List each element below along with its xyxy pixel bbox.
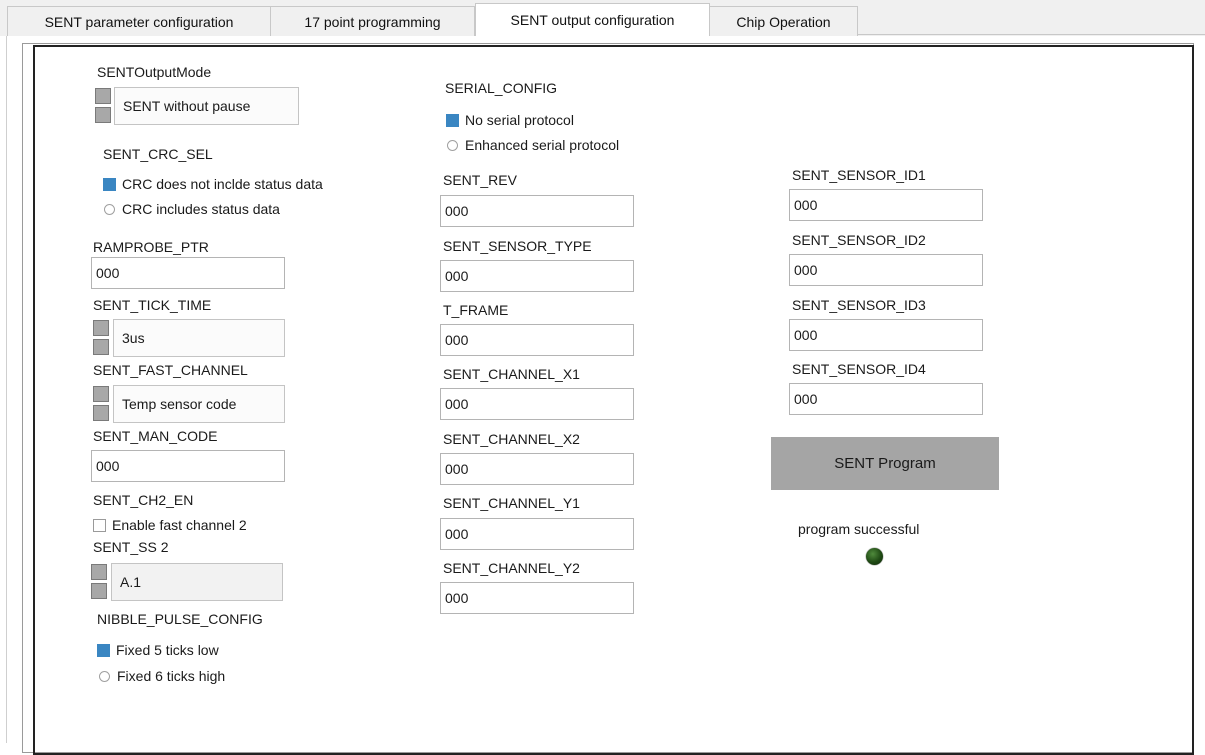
serial-option-enhanced-label: Enhanced serial protocol [465, 137, 620, 153]
tab-sent-output-configuration[interactable]: SENT output configuration [475, 3, 710, 36]
sent-rev-label: SENT_REV [443, 172, 517, 188]
fast-channel-select[interactable]: Temp sensor code [113, 385, 285, 423]
nibble-option-6-ticks-label: Fixed 6 ticks high [117, 668, 226, 684]
sent-tick-time-label: SENT_TICK_TIME [93, 297, 212, 313]
sent-sensor-id2-label: SENT_SENSOR_ID2 [792, 232, 926, 248]
radio-selected-icon [97, 643, 110, 657]
sent-man-code-label: SENT_MAN_CODE [93, 428, 218, 444]
tab-sent-parameter-configuration[interactable]: SENT parameter configuration [7, 6, 271, 36]
serial-option-none-label: No serial protocol [465, 112, 574, 128]
sent-channel-x1-label: SENT_CHANNEL_X1 [443, 366, 580, 382]
enable-fast-channel-2-label: Enable fast channel 2 [112, 517, 247, 533]
radio-unselected-icon [99, 670, 110, 682]
nibble-pulse-config-label: NIBBLE_PULSE_CONFIG [97, 611, 263, 627]
output-mode-select[interactable]: SENT without pause [114, 87, 299, 125]
serial-config-label: SERIAL_CONFIG [445, 80, 558, 96]
sent-channel-x2-label: SENT_CHANNEL_X2 [443, 431, 580, 447]
crc-option-excludes-status[interactable]: CRC does not inclde status data [103, 176, 323, 192]
sent-ss2-label: SENT_SS 2 [93, 539, 169, 555]
crc-option-includes-status-label: CRC includes status data [122, 201, 280, 217]
nibble-option-5-ticks-label: Fixed 5 ticks low [116, 642, 219, 658]
stepper-down-icon[interactable] [93, 339, 109, 355]
sent-sensor-type-label: SENT_SENSOR_TYPE [443, 238, 592, 254]
ramprobe-ptr-label: RAMPROBE_PTR [93, 239, 209, 255]
serial-option-enhanced[interactable]: Enhanced serial protocol [447, 137, 619, 153]
sensor-id1-input[interactable]: 000 [789, 189, 983, 221]
sent-crc-sel-label: SENT_CRC_SEL [103, 146, 213, 162]
channel-y2-input[interactable]: 000 [440, 582, 634, 614]
sent-ch2-en-label: SENT_CH2_EN [93, 492, 194, 508]
output-mode-stepper[interactable] [95, 87, 111, 125]
t-frame-label: T_FRAME [443, 302, 509, 318]
channel-y1-input[interactable]: 000 [440, 518, 634, 550]
stepper-up-icon[interactable] [91, 564, 107, 580]
radio-selected-icon [103, 177, 116, 191]
left-edge-line [6, 36, 7, 743]
enable-fast-channel-2-checkbox[interactable]: Enable fast channel 2 [93, 517, 247, 533]
sent-program-button[interactable]: SENT Program [771, 437, 999, 490]
stepper-up-icon[interactable] [93, 320, 109, 336]
status-led-icon [866, 548, 883, 565]
channel-x2-input[interactable]: 000 [440, 453, 634, 485]
nibble-option-6-ticks[interactable]: Fixed 6 ticks high [99, 668, 225, 684]
sent-sensor-id1-label: SENT_SENSOR_ID1 [792, 167, 926, 183]
crc-option-excludes-status-label: CRC does not inclde status data [122, 176, 323, 192]
sensor-id4-input[interactable]: 000 [789, 383, 983, 415]
sent-fast-channel-label: SENT_FAST_CHANNEL [93, 362, 248, 378]
ss2-stepper[interactable] [91, 563, 107, 601]
program-status-label: program successful [798, 521, 920, 537]
radio-unselected-icon [104, 203, 115, 215]
sent-channel-y2-label: SENT_CHANNEL_Y2 [443, 560, 580, 576]
sent-channel-y1-label: SENT_CHANNEL_Y1 [443, 495, 580, 511]
sent-sensor-id3-label: SENT_SENSOR_ID3 [792, 297, 926, 313]
sensor-id3-input[interactable]: 000 [789, 319, 983, 351]
serial-option-none[interactable]: No serial protocol [446, 112, 574, 128]
channel-x1-input[interactable]: 000 [440, 388, 634, 420]
sensor-id2-input[interactable]: 000 [789, 254, 983, 286]
tab-bar: SENT parameter configuration 17 point pr… [0, 0, 1205, 36]
stepper-up-icon[interactable] [95, 88, 111, 104]
man-code-input[interactable]: 000 [91, 450, 285, 482]
radio-unselected-icon [447, 139, 458, 151]
crc-option-includes-status[interactable]: CRC includes status data [104, 201, 280, 217]
stepper-up-icon[interactable] [93, 386, 109, 402]
stepper-down-icon[interactable] [93, 405, 109, 421]
tab-chip-operation[interactable]: Chip Operation [709, 6, 858, 36]
t-frame-input[interactable]: 000 [440, 324, 634, 356]
nibble-option-5-ticks[interactable]: Fixed 5 ticks low [97, 642, 219, 658]
tab-17-point-programming[interactable]: 17 point programming [270, 6, 475, 36]
fast-channel-stepper[interactable] [93, 385, 109, 423]
radio-selected-icon [446, 113, 459, 127]
stepper-down-icon[interactable] [91, 583, 107, 599]
tab-bar-divider [857, 34, 1205, 35]
sent-output-mode-label: SENTOutputMode [97, 64, 212, 80]
ss2-select[interactable]: A.1 [111, 563, 283, 601]
sent-rev-input[interactable]: 000 [440, 195, 634, 227]
sent-sensor-id4-label: SENT_SENSOR_ID4 [792, 361, 926, 377]
tick-time-select[interactable]: 3us [113, 319, 285, 357]
ramprobe-ptr-input[interactable]: 000 [91, 257, 285, 289]
stepper-down-icon[interactable] [95, 107, 111, 123]
checkbox-unchecked-icon [93, 518, 106, 532]
sensor-type-input[interactable]: 000 [440, 260, 634, 292]
tick-time-stepper[interactable] [93, 319, 109, 357]
